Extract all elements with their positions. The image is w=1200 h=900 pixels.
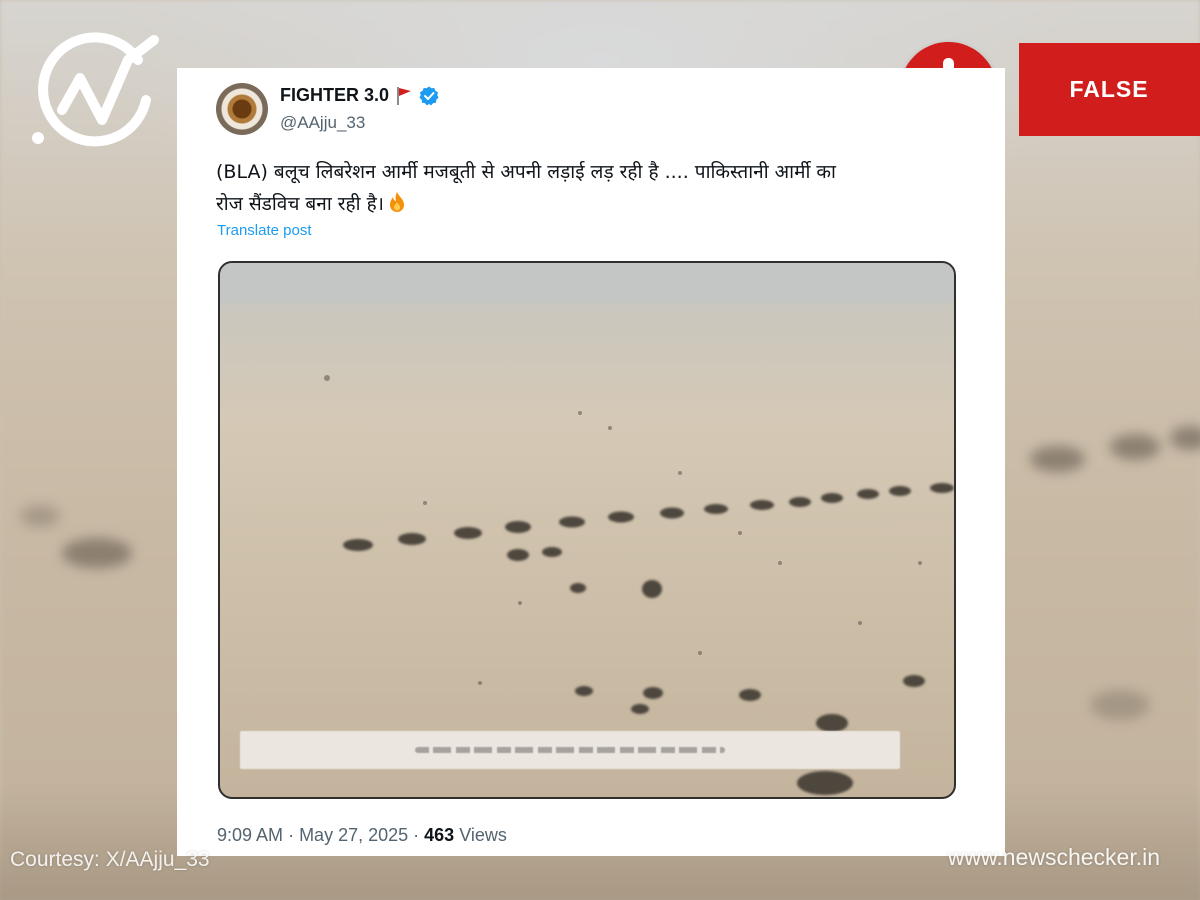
display-name-text: FIGHTER 3.0 [280,85,390,105]
tweet-meta: 9:09 AM · May 27, 2025 · 463 Views [217,825,507,846]
translate-post-link[interactable]: Translate post [217,222,312,239]
user-handle[interactable]: @AAjju_33 [280,113,365,133]
newschecker-logo-icon [32,32,159,147]
tweet-date[interactable]: May 27, 2025 [299,825,408,845]
fire-icon [389,192,404,212]
meta-separator: · [288,825,300,845]
tweet-text-line1: (BLA) बलूच लिबरेशन आर्मी मजबूती से अपनी … [216,161,836,183]
verified-icon [419,86,439,105]
tweet-video[interactable] [218,261,956,799]
tweet-time[interactable]: 9:09 AM [217,825,283,845]
flag-icon [397,86,412,105]
tweet-text-line2: रोज सैंडविच बना रही है। [216,188,976,220]
video-frame [220,263,954,795]
courtesy-credit: Courtesy: X/AAjju_33 [10,848,210,871]
site-watermark: www.newschecker.in [947,844,1160,870]
tweet-text-line2-text: रोज सैंडविच बना रही है। [216,193,384,215]
meta-separator: · [413,825,425,845]
verdict-label: FALSE [1069,76,1149,102]
verdict-badge: FALSE [1019,43,1200,136]
views-label: Views [459,825,507,845]
views-count: 463 [424,825,455,845]
tweet-card[interactable]: FIGHTER 3.0 @AAjju_33 (BLA) बलूच लिबरेशन… [177,68,1005,856]
avatar[interactable] [216,83,268,135]
tweet-text: (BLA) बलूच लिबरेशन आर्मी मजबूती से अपनी … [216,156,976,220]
display-name[interactable]: FIGHTER 3.0 [280,85,439,106]
video-caption-strip [240,731,900,769]
